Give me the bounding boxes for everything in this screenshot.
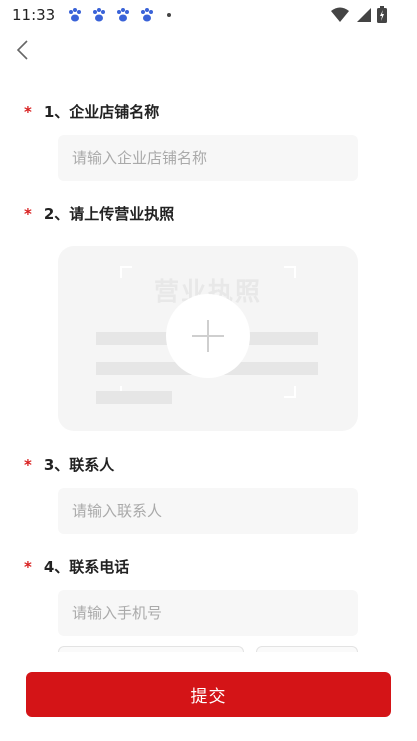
phone-input[interactable] xyxy=(58,590,358,636)
back-chevron-icon[interactable] xyxy=(12,38,36,62)
paw-notification-icon xyxy=(93,8,106,22)
frame-corner xyxy=(284,386,296,398)
license-upload-area[interactable]: 营业执照 xyxy=(58,246,358,431)
status-bar: 11:33 xyxy=(0,0,417,30)
contact-title: 3、联系人 xyxy=(43,456,115,474)
phone-title: 4、联系电话 xyxy=(43,558,130,576)
more-notifications-dot xyxy=(167,13,172,17)
status-time: 11:33 xyxy=(12,6,56,24)
frame-corner xyxy=(120,266,132,278)
required-star: * xyxy=(24,557,32,576)
store-name-input[interactable] xyxy=(58,135,358,181)
contact-input[interactable] xyxy=(58,488,358,534)
paw-notification-icon xyxy=(69,8,82,22)
store-name-title: 1、企业店铺名称 xyxy=(43,103,160,121)
required-star: * xyxy=(24,102,32,121)
battery-icon xyxy=(377,6,387,23)
upload-plus-button[interactable] xyxy=(166,294,250,378)
required-star: * xyxy=(24,455,32,474)
license-upload-title: 2、请上传营业执照 xyxy=(43,205,175,223)
paw-notification-icon xyxy=(141,8,154,22)
wifi-icon xyxy=(331,7,349,22)
status-right xyxy=(331,6,387,23)
frame-corner xyxy=(284,266,296,278)
plus-icon xyxy=(192,320,224,352)
license-upload-label: * 2、请上传营业执照 xyxy=(24,203,174,224)
get-code-button-partial[interactable] xyxy=(256,646,358,652)
store-name-label: * 1、企业店铺名称 xyxy=(24,101,159,122)
submit-button[interactable]: 提交 xyxy=(26,672,391,717)
phone-label: * 4、联系电话 xyxy=(24,556,129,577)
notification-icons xyxy=(67,7,172,23)
verification-code-input-partial[interactable] xyxy=(58,646,244,652)
placeholder-line xyxy=(96,391,172,404)
required-star: * xyxy=(24,204,32,223)
contact-label: * 3、联系人 xyxy=(24,454,114,475)
paw-notification-icon xyxy=(117,8,130,22)
signal-icon xyxy=(357,7,371,22)
